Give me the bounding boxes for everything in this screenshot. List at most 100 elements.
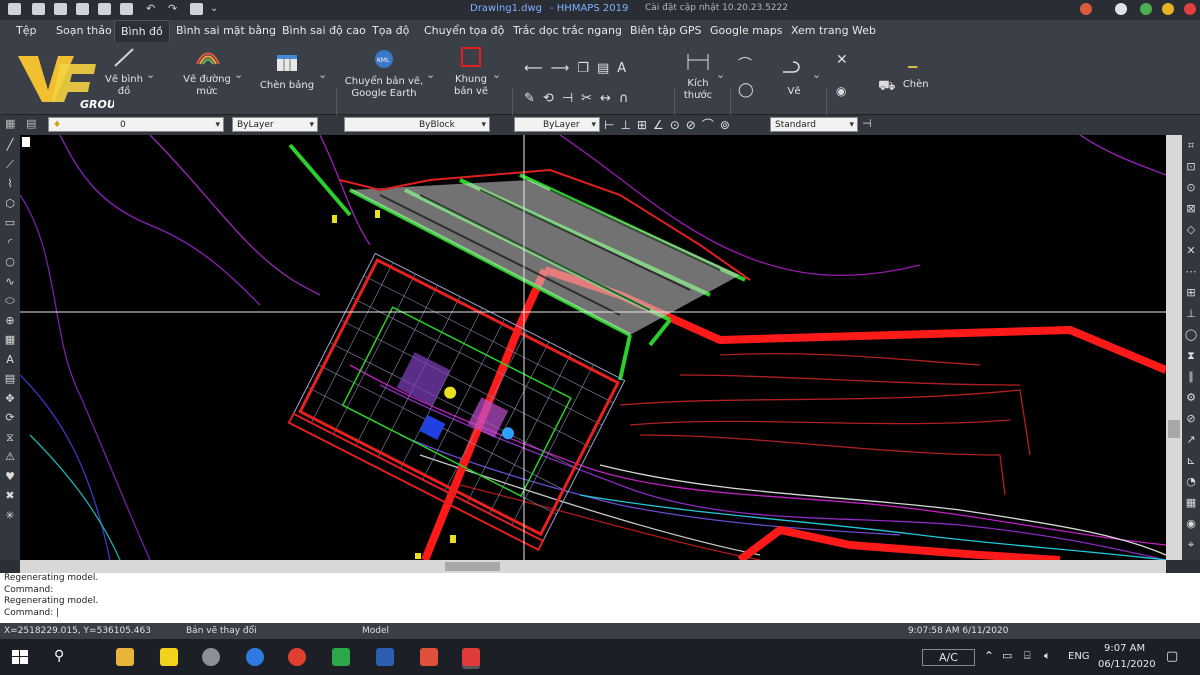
brush-icon[interactable]: ✎ xyxy=(524,91,543,106)
calculator-icon[interactable] xyxy=(190,3,203,15)
rotate-tool-icon[interactable]: ⟳ xyxy=(0,408,20,428)
circle-icon[interactable]: ◯ xyxy=(738,82,754,98)
scissors-icon[interactable]: ✂ xyxy=(581,91,600,106)
text-tool-icon[interactable]: A xyxy=(0,350,20,370)
color-select[interactable]: ByLayer xyxy=(232,117,318,133)
copy-icon[interactable]: ❐ xyxy=(577,61,597,76)
menu-soan-thao[interactable]: Soạn thảo xyxy=(56,24,112,37)
snap-settings-icon[interactable]: ⚙ xyxy=(1182,387,1200,408)
paste-icon[interactable]: ▤ xyxy=(597,61,617,76)
ve-duong-muc-button[interactable]: Vẽ đường mức xyxy=(182,46,234,98)
layer-select[interactable]: ♦ 0 xyxy=(48,117,224,133)
ve-binh-do-button[interactable]: Vẽ bình đồ xyxy=(96,46,152,98)
chevron-down-icon[interactable]: ⌄ xyxy=(812,68,821,81)
aligned-dim-icon[interactable]: ⊥ xyxy=(620,118,636,132)
text-style-icon[interactable]: A xyxy=(617,61,634,76)
app-menu-icon[interactable] xyxy=(8,3,21,15)
snap-node-icon[interactable]: ⊠ xyxy=(1182,198,1200,219)
snap-ortho-icon[interactable]: ⊾ xyxy=(1182,450,1200,471)
snap-endpoint-icon[interactable]: ⌗ xyxy=(1182,135,1200,156)
xline-tool-icon[interactable]: ⟋ xyxy=(0,155,20,175)
camtasia-icon[interactable] xyxy=(332,648,350,666)
snap-tangent-icon[interactable]: ◯ xyxy=(1182,324,1200,345)
table-tool-icon[interactable]: ▤ xyxy=(0,369,20,389)
chevron-down-icon[interactable]: ⌄ xyxy=(492,68,501,81)
ve-button[interactable]: Vẽ xyxy=(776,58,812,97)
snap-polar-icon[interactable]: ◔ xyxy=(1182,471,1200,492)
volume-icon[interactable]: 🔈︎ xyxy=(1044,649,1051,663)
chen-bang-button[interactable]: Chèn bảng xyxy=(258,52,316,91)
tray-chevron-icon[interactable]: ⌃ xyxy=(984,649,994,663)
erase-tool-icon[interactable]: ✖ xyxy=(0,486,20,506)
horizontal-scrollbar[interactable] xyxy=(20,560,1166,573)
snap-grid-icon[interactable]: ▦ xyxy=(1182,492,1200,513)
menu-tep[interactable]: Tệp xyxy=(16,24,36,37)
menu-xem-trang-web[interactable]: Xem trang Web xyxy=(791,24,876,37)
layer-states-icon[interactable]: ▤ xyxy=(26,117,36,130)
ordinate-icon[interactable]: ⊞ xyxy=(637,118,653,132)
file-explorer-icon[interactable] xyxy=(116,648,134,666)
notifications-icon[interactable]: ▢ xyxy=(1166,649,1178,664)
network-icon[interactable]: ⌸ xyxy=(1024,649,1031,663)
eye-icon[interactable]: ◉ xyxy=(836,84,846,98)
horizontal-scroll-thumb[interactable] xyxy=(445,562,500,571)
kich-thuoc-button[interactable]: Kích thước xyxy=(678,50,718,102)
snap-none-icon[interactable]: ⊘ xyxy=(1182,408,1200,429)
arc-length-icon[interactable]: ⌒ xyxy=(702,118,720,132)
command-history[interactable]: Regenerating model. Command: Regeneratin… xyxy=(0,573,1200,623)
update-notice[interactable]: Cài đặt cập nhật 10.20.23.5222 xyxy=(645,3,788,13)
chevron-down-icon[interactable]: ⌄ xyxy=(426,68,435,81)
center-mark-icon[interactable]: ⊚ xyxy=(720,118,736,132)
snap-quadrant-icon[interactable]: ◇ xyxy=(1182,219,1200,240)
dimstyle-manager-icon[interactable]: ⊣ xyxy=(862,117,872,130)
windows-start-icon[interactable] xyxy=(12,650,28,664)
snap-insert-icon[interactable]: ⊞ xyxy=(1182,282,1200,303)
rotate-icon[interactable]: ⟲ xyxy=(543,91,562,106)
extend-icon[interactable]: ↔ xyxy=(600,91,619,106)
cad-app-icon[interactable] xyxy=(420,648,438,666)
pline-tool-icon[interactable]: ⌇ xyxy=(0,174,20,194)
rectangle-tool-icon[interactable]: ▭ xyxy=(0,213,20,233)
redo-icon[interactable]: ↷ xyxy=(168,3,181,15)
line-tool-icon[interactable]: ╱ xyxy=(0,135,20,155)
drawing-canvas[interactable] xyxy=(20,135,1166,560)
linear-dim-icon[interactable]: ⊢ xyxy=(604,118,620,132)
clock-time[interactable]: 9:07 AM xyxy=(1104,643,1145,654)
snap-eye-icon[interactable]: ◉ xyxy=(1182,513,1200,534)
diameter-icon[interactable]: ⊘ xyxy=(686,118,702,132)
minimize-button[interactable] xyxy=(1140,3,1152,15)
command-input[interactable]: Command: | xyxy=(4,608,1200,620)
arrow-left-icon[interactable]: ⟵ xyxy=(524,61,551,76)
chen-button[interactable]: ⛟ Chèn xyxy=(878,78,948,96)
join-icon[interactable]: ∩ xyxy=(619,91,637,106)
snap-parallel-icon[interactable]: ∥ xyxy=(1182,366,1200,387)
maximize-button[interactable] xyxy=(1162,3,1174,15)
snap-nearest-icon[interactable]: ⧗ xyxy=(1182,345,1200,366)
new-file-icon[interactable] xyxy=(32,3,45,15)
menu-google-maps[interactable]: Google maps xyxy=(710,24,782,37)
snap-midpoint-icon[interactable]: ⊡ xyxy=(1182,156,1200,177)
arc-icon[interactable]: ⌒ xyxy=(738,54,752,74)
chevron-down-icon[interactable]: ⌄ xyxy=(318,68,327,81)
language-indicator[interactable]: ENG xyxy=(1068,651,1090,662)
vertical-scrollbar[interactable] xyxy=(1166,135,1182,560)
circle-tool-icon[interactable]: ○ xyxy=(0,252,20,272)
input-method-indicator[interactable]: A/C xyxy=(922,649,975,666)
snap-intersect-icon[interactable]: ✕ xyxy=(1182,240,1200,261)
move-tool-icon[interactable]: ✥ xyxy=(0,389,20,409)
khung-ban-ve-button[interactable]: Khung bản vẽ xyxy=(448,46,494,98)
save-icon[interactable] xyxy=(76,3,89,15)
layers-icon[interactable]: ▦ xyxy=(5,117,15,130)
battery-icon[interactable]: ▭ xyxy=(1002,649,1012,662)
open-folder-icon[interactable] xyxy=(54,3,67,15)
search-icon[interactable]: ⚲ xyxy=(54,648,64,664)
word-icon[interactable] xyxy=(376,648,394,666)
menu-binh-do[interactable]: Bình đồ xyxy=(114,20,170,42)
menu-trac-doc-trac-ngang[interactable]: Trắc dọc trắc ngang xyxy=(513,24,622,37)
chrome-icon[interactable] xyxy=(288,648,306,666)
undo-icon[interactable]: ↶ xyxy=(146,3,159,15)
print-icon[interactable] xyxy=(120,3,133,15)
snap-extension-icon[interactable]: ⋯ xyxy=(1182,261,1200,282)
menu-bien-tap-gps[interactable]: Biên tập GPS xyxy=(630,24,702,37)
trim-icon[interactable]: ⊣ xyxy=(562,91,581,106)
